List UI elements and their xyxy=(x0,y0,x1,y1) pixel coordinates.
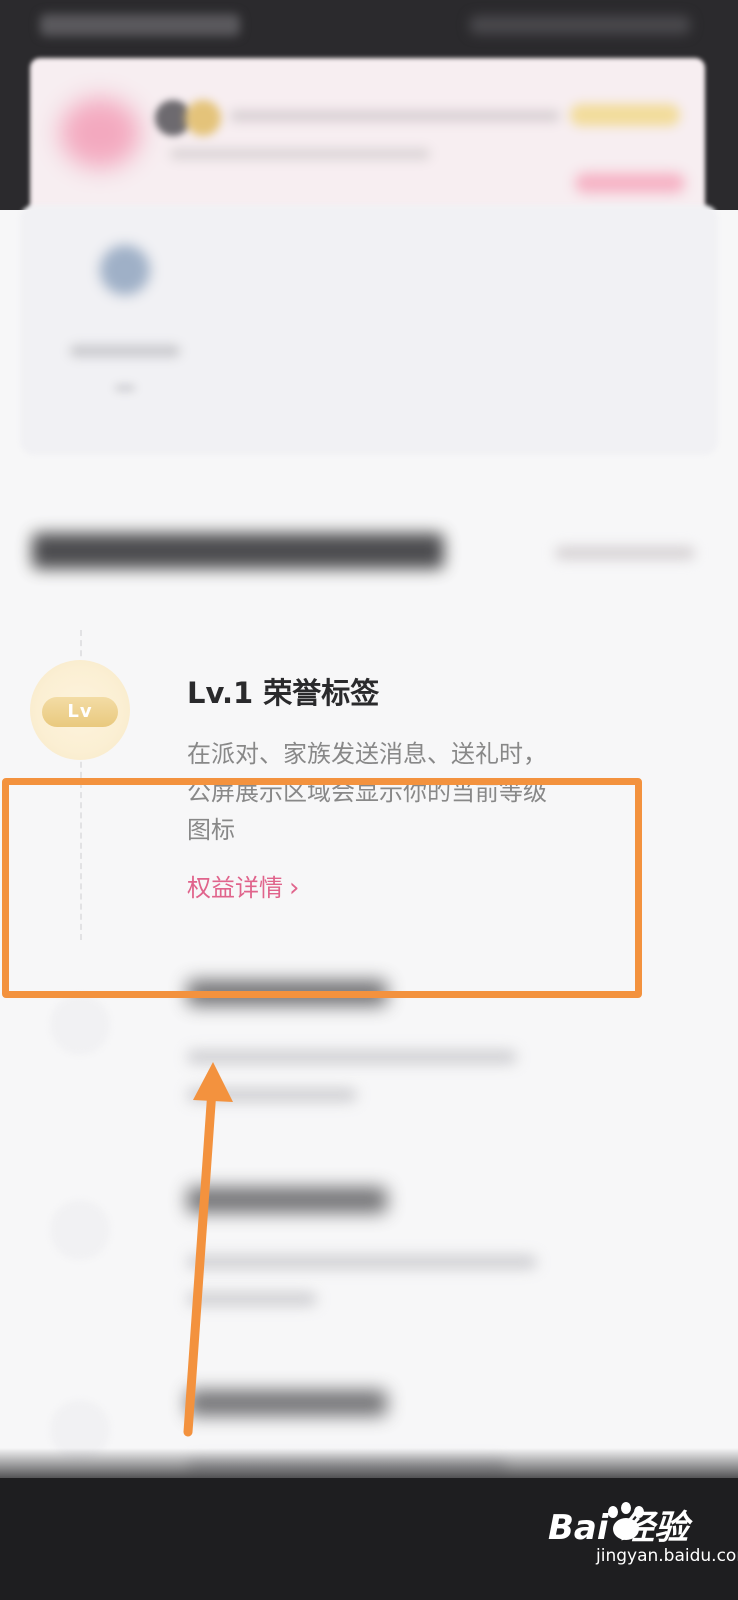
privilege-item-icon xyxy=(50,995,110,1055)
highlight-box xyxy=(2,778,642,998)
avatar-secondary xyxy=(185,100,221,136)
level-badge-icon: Lv xyxy=(42,697,118,727)
privilege-item-desc-blurred xyxy=(187,1088,357,1102)
level-name-blurred xyxy=(70,345,180,357)
heart-icon xyxy=(60,98,140,168)
level-card xyxy=(20,205,718,455)
privilege-item-title-blurred xyxy=(187,1390,387,1416)
privilege-item-desc-blurred xyxy=(187,1050,517,1064)
top-bar-actions-blurred xyxy=(470,16,690,34)
section-more-link-blurred[interactable] xyxy=(555,546,695,560)
banner-subtext-blurred xyxy=(170,148,430,160)
level-subtext-blurred xyxy=(115,385,135,391)
banner-text-blurred xyxy=(230,110,560,122)
watermark-domain: jingyan.baidu.com xyxy=(596,1546,738,1566)
privilege-title: Lv.1 荣誉标签 xyxy=(187,676,380,710)
privilege-item-title-blurred xyxy=(187,1187,387,1213)
section-title-blurred xyxy=(32,533,444,569)
privilege-item-icon xyxy=(50,1200,110,1260)
baidu-jingyan-watermark: Bai 经验 jingyan.baidu.com xyxy=(548,1498,738,1568)
banner-gold-badge xyxy=(570,104,680,126)
top-bar-title-blurred xyxy=(40,14,240,36)
level-avatar-icon xyxy=(100,245,150,295)
promo-banner[interactable] xyxy=(30,58,705,218)
privilege-item-desc-blurred xyxy=(187,1255,537,1269)
privilege-item-desc-blurred xyxy=(187,1292,317,1306)
bottom-bar-fade xyxy=(0,1448,738,1488)
watermark-brand: Bai 经验 xyxy=(548,1508,689,1548)
banner-action-button[interactable] xyxy=(575,173,685,193)
